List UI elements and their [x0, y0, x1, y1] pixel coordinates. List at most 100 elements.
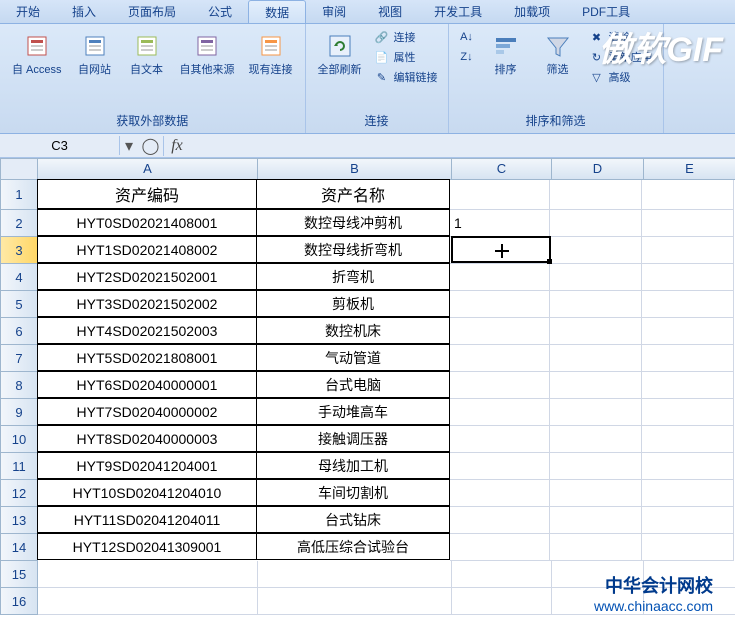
cell-B1[interactable]: 资产名称: [256, 179, 450, 209]
cell-B7[interactable]: 气动管道: [256, 344, 450, 371]
row-header-9[interactable]: 9: [0, 399, 38, 426]
row-header-1[interactable]: 1: [0, 180, 38, 210]
row-header-6[interactable]: 6: [0, 318, 38, 345]
fx-button[interactable]: fx: [164, 137, 190, 155]
cell-A13[interactable]: HYT11SD02041204011: [37, 506, 257, 533]
cell-D8[interactable]: [550, 372, 642, 399]
cell-D6[interactable]: [550, 318, 642, 345]
cell-C4[interactable]: [450, 264, 550, 291]
cell-C12[interactable]: [450, 480, 550, 507]
cell-A14[interactable]: HYT12SD02041309001: [37, 533, 257, 560]
external-data-btn-2[interactable]: 自文本: [124, 28, 170, 79]
cell-B14[interactable]: 高低压综合试验台: [256, 533, 450, 560]
cell-D16[interactable]: [552, 588, 644, 615]
tab-2[interactable]: 页面布局: [112, 0, 192, 23]
row-header-16[interactable]: 16: [0, 588, 38, 615]
row-header-15[interactable]: 15: [0, 561, 38, 588]
cell-E11[interactable]: [642, 453, 734, 480]
conn-item-0[interactable]: 🔗连接: [372, 28, 440, 46]
row-header-7[interactable]: 7: [0, 345, 38, 372]
cell-A3[interactable]: HYT1SD02021408002: [37, 236, 257, 263]
row-header-12[interactable]: 12: [0, 480, 38, 507]
cell-C5[interactable]: [450, 291, 550, 318]
row-header-4[interactable]: 4: [0, 264, 38, 291]
external-data-btn-3[interactable]: 自其他来源: [176, 28, 239, 79]
cell-E16[interactable]: [644, 588, 735, 615]
cell-D9[interactable]: [550, 399, 642, 426]
row-header-10[interactable]: 10: [0, 426, 38, 453]
row-header-2[interactable]: 2: [0, 210, 38, 237]
cell-A6[interactable]: HYT4SD02021502003: [37, 317, 257, 344]
cell-B6[interactable]: 数控机床: [256, 317, 450, 344]
cell-A2[interactable]: HYT0SD02021408001: [37, 209, 257, 236]
cell-B9[interactable]: 手动堆高车: [256, 398, 450, 425]
cell-E8[interactable]: [642, 372, 734, 399]
filter-button[interactable]: 筛选: [535, 28, 581, 79]
filter-item-0[interactable]: ✖清除: [587, 28, 655, 46]
formula-input[interactable]: [190, 144, 735, 148]
cell-B3[interactable]: 数控母线折弯机: [256, 236, 450, 263]
sort-desc-button[interactable]: Z↓: [457, 48, 477, 66]
cell-E10[interactable]: [642, 426, 734, 453]
cell-D1[interactable]: [550, 180, 642, 210]
cell-D2[interactable]: [550, 210, 642, 237]
row-header-13[interactable]: 13: [0, 507, 38, 534]
col-header-B[interactable]: B: [258, 158, 452, 180]
cell-D15[interactable]: [552, 561, 644, 588]
cell-D10[interactable]: [550, 426, 642, 453]
tab-0[interactable]: 开始: [0, 0, 56, 23]
cell-E4[interactable]: [642, 264, 734, 291]
conn-item-2[interactable]: ✎编辑链接: [372, 68, 440, 86]
cell-C16[interactable]: [452, 588, 552, 615]
refresh-all-button[interactable]: 全部刷新: [314, 28, 366, 79]
tab-8[interactable]: 加载项: [498, 0, 566, 23]
cell-B10[interactable]: 接触调压器: [256, 425, 450, 452]
cell-B13[interactable]: 台式钻床: [256, 506, 450, 533]
cell-C7[interactable]: [450, 345, 550, 372]
cell-B4[interactable]: 折弯机: [256, 263, 450, 290]
tab-6[interactable]: 视图: [362, 0, 418, 23]
cell-D14[interactable]: [550, 534, 642, 561]
cell-C8[interactable]: [450, 372, 550, 399]
cell-C9[interactable]: [450, 399, 550, 426]
cell-D4[interactable]: [550, 264, 642, 291]
cell-B8[interactable]: 台式电脑: [256, 371, 450, 398]
cell-D7[interactable]: [550, 345, 642, 372]
cell-C13[interactable]: [450, 507, 550, 534]
cell-E9[interactable]: [642, 399, 734, 426]
filter-item-2[interactable]: ▽高级: [587, 68, 655, 86]
tab-3[interactable]: 公式: [192, 0, 248, 23]
cell-E14[interactable]: [642, 534, 734, 561]
row-header-8[interactable]: 8: [0, 372, 38, 399]
select-all-corner[interactable]: [0, 158, 38, 180]
external-data-btn-0[interactable]: 自 Access: [8, 28, 66, 79]
cell-A11[interactable]: HYT9SD02041204001: [37, 452, 257, 479]
cell-E15[interactable]: [644, 561, 735, 588]
cell-C14[interactable]: [450, 534, 550, 561]
cell-C1[interactable]: [450, 180, 550, 210]
col-header-C[interactable]: C: [452, 158, 552, 180]
cell-E1[interactable]: [642, 180, 734, 210]
external-data-btn-4[interactable]: 现有连接: [245, 28, 297, 79]
cell-A10[interactable]: HYT8SD02040000003: [37, 425, 257, 452]
cell-B2[interactable]: 数控母线冲剪机: [256, 209, 450, 236]
cell-A5[interactable]: HYT3SD02021502002: [37, 290, 257, 317]
tab-1[interactable]: 插入: [56, 0, 112, 23]
cell-A12[interactable]: HYT10SD02041204010: [37, 479, 257, 506]
col-header-D[interactable]: D: [552, 158, 644, 180]
sort-button[interactable]: 排序: [483, 28, 529, 79]
row-header-14[interactable]: 14: [0, 534, 38, 561]
name-box[interactable]: C3: [0, 136, 120, 155]
row-header-3[interactable]: 3: [0, 237, 38, 264]
cell-C6[interactable]: [450, 318, 550, 345]
cell-C10[interactable]: [450, 426, 550, 453]
cell-E13[interactable]: [642, 507, 734, 534]
tab-9[interactable]: PDF工具: [566, 0, 646, 23]
row-header-11[interactable]: 11: [0, 453, 38, 480]
cell-D12[interactable]: [550, 480, 642, 507]
col-header-E[interactable]: E: [644, 158, 735, 180]
cell-A7[interactable]: HYT5SD02021808001: [37, 344, 257, 371]
cell-A9[interactable]: HYT7SD02040000002: [37, 398, 257, 425]
tab-4[interactable]: 数据: [248, 0, 306, 23]
filter-item-1[interactable]: ↻重新应用: [587, 48, 655, 66]
